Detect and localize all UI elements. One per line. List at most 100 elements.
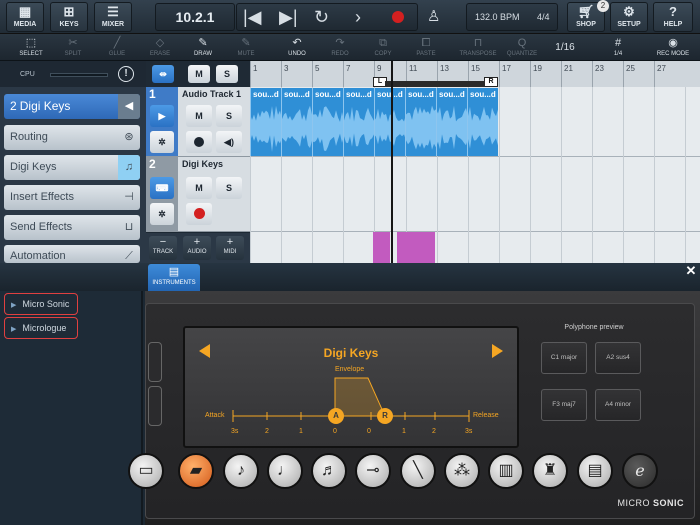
audio-clip-segment[interactable]: sou...d — [374, 88, 405, 156]
playhead[interactable] — [391, 61, 393, 263]
quantize-button[interactable]: Q QUANTIZE — [502, 36, 542, 60]
track-2-type-button[interactable]: ⌨ — [150, 177, 174, 199]
inspector-item-routing[interactable]: Routing ⊛ — [4, 125, 140, 150]
track-2-mute-button[interactable]: M — [186, 177, 212, 199]
audio-clip-segment[interactable]: sou...d — [312, 88, 343, 156]
inspector-item-insert-effects[interactable]: Insert Effects ⊣ — [4, 185, 140, 210]
track-lane-2[interactable] — [250, 157, 700, 232]
play-icon[interactable]: › — [355, 3, 361, 31]
redo-icon: ↷ — [335, 37, 345, 49]
midi-clip-2[interactable] — [397, 232, 435, 263]
category-keyboard-icon[interactable]: ▭ — [128, 453, 164, 489]
record-button[interactable] — [392, 11, 404, 23]
category-snare-icon[interactable]: ▤ — [577, 453, 613, 489]
audio-clip-segment[interactable]: sou...d — [281, 88, 312, 156]
attack-knob[interactable]: A — [328, 408, 344, 424]
chord-button-1[interactable]: C1 major — [541, 342, 587, 374]
track-1-type-button[interactable]: ▶ — [150, 105, 174, 127]
rewind-icon[interactable]: |◀ — [243, 3, 262, 31]
quantize-value[interactable]: 1/16 — [545, 36, 585, 60]
track-2-record-button[interactable] — [186, 203, 212, 225]
track-1-monitor-button[interactable] — [186, 131, 212, 153]
category-mallet-icon[interactable]: ▥ — [488, 453, 524, 489]
setup-button[interactable]: ⚙ SETUP — [610, 2, 648, 32]
category-trumpet-icon[interactable]: ⊸ — [355, 453, 391, 489]
global-mute-button[interactable]: M — [188, 65, 210, 83]
paste-icon: ⧠ — [421, 37, 431, 49]
track-1-settings-button[interactable]: ✲ — [150, 131, 174, 153]
track-lane-3[interactable] — [250, 232, 700, 263]
panel-divider[interactable] — [0, 263, 700, 291]
erase-tool[interactable]: ◇ ERASE — [140, 36, 180, 60]
audio-clip-segment[interactable]: sou...d — [250, 88, 281, 156]
track-2-solo-button[interactable]: S — [216, 177, 242, 199]
category-synth-icon[interactable]: ▰ — [178, 453, 214, 489]
track-header-1[interactable]: 1 Audio Track 1 ▶ ✲ M S ◀) — [146, 87, 250, 157]
category-violin-icon[interactable]: ♬ — [311, 453, 347, 489]
snap-button[interactable]: #1/4 — [598, 36, 638, 60]
select-tool[interactable]: ⬚ SELECT — [11, 36, 51, 60]
transpose-button[interactable]: ⊓ TRANSPOSE — [458, 36, 498, 60]
loop-right-marker[interactable]: R — [484, 77, 498, 87]
mixer-button[interactable]: ☰ MIXER — [94, 2, 132, 32]
paste-button[interactable]: ⧠ PASTE — [406, 36, 446, 60]
metronome-icon[interactable]: ♙ — [427, 3, 440, 31]
split-tool[interactable]: ✂ SPLIT — [53, 36, 93, 60]
audio-clip[interactable]: sou...d sou...d sou...d sou...d sou...d sou..… — [250, 88, 498, 156]
side-control-1[interactable] — [148, 342, 162, 382]
category-drum-icon[interactable]: ♜ — [532, 453, 568, 489]
inspector-track-selector[interactable]: 2 Digi Keys ◀ — [4, 94, 140, 119]
forward-icon[interactable]: ▶| — [279, 3, 298, 31]
release-knob[interactable]: R — [377, 408, 393, 424]
audio-clip-segment[interactable]: sou...d — [436, 88, 467, 156]
track-1-speaker-button[interactable]: ◀) — [216, 131, 242, 153]
inspector-item-automation[interactable]: Automation ⟋ — [4, 245, 140, 263]
rec-mode-button[interactable]: ◉ REC MODE — [651, 36, 695, 60]
tempo-display[interactable]: 132.0 BPM 4/4 — [466, 3, 558, 31]
timeline-ruler[interactable]: 1 3 5 7 9 11 13 15 17 19 21 23 25 27 L R — [250, 61, 700, 87]
track-2-settings-button[interactable]: ✲ — [150, 203, 174, 225]
inspector-item-send-effects[interactable]: Send Effects ⊔ — [4, 215, 140, 240]
keys-button[interactable]: ⊞ KEYS — [50, 2, 88, 32]
category-effects-icon[interactable]: e — [622, 453, 658, 489]
mute-tool[interactable]: ✎ MUTE — [226, 36, 266, 60]
category-choir-icon[interactable]: ⁂ — [444, 453, 480, 489]
media-button[interactable]: ▦ MEDIA — [6, 2, 44, 32]
chord-button-3[interactable]: F3 maj7 — [541, 389, 587, 421]
track-1-solo-button[interactable]: S — [216, 105, 242, 127]
midi-clip-1[interactable] — [373, 232, 390, 263]
track-1-mute-button[interactable]: M — [186, 105, 212, 127]
audio-clip-segment[interactable]: sou...d — [467, 88, 498, 156]
add-midi-track-button[interactable]: + MIDI — [216, 236, 244, 260]
redo-button[interactable]: ↷ REDO — [320, 36, 360, 60]
grid-line — [685, 87, 686, 263]
audio-clip-segment[interactable]: sou...d — [343, 88, 374, 156]
instruments-tab[interactable]: ▤ INSTRUMENTS — [148, 264, 200, 291]
alert-icon[interactable]: ! — [118, 66, 134, 82]
category-flute-icon[interactable]: ╲ — [400, 453, 436, 489]
category-guitar-icon[interactable]: ♪ — [223, 453, 259, 489]
expand-tracks-button[interactable]: ⇹ — [152, 65, 174, 83]
category-bass-icon[interactable]: ♩ — [267, 453, 303, 489]
inspector-item-instrument[interactable]: Digi Keys ♫ — [4, 155, 140, 180]
copy-button[interactable]: ⧉ COPY — [363, 36, 403, 60]
audio-clip-segment[interactable]: sou...d — [405, 88, 436, 156]
chord-button-4[interactable]: A4 minor — [595, 389, 641, 421]
draw-tool[interactable]: ✎ DRAW — [183, 36, 223, 60]
side-control-2[interactable] — [148, 386, 162, 426]
ruler-bar-number: 19 — [533, 64, 542, 73]
chord-button-2[interactable]: A2 sus4 — [595, 342, 641, 374]
browser-item-micrologue[interactable]: ▶ Micrologue — [4, 317, 78, 339]
loop-icon[interactable]: ↻ — [314, 3, 329, 31]
close-panel-button[interactable]: ✕ — [684, 264, 698, 278]
track-header-2[interactable]: 2 Digi Keys ⌨ ✲ M S — [146, 157, 250, 232]
help-button[interactable]: ? HELP — [653, 2, 693, 32]
undo-button[interactable]: ↶ UNDO — [277, 36, 317, 60]
track-add-controls: − TRACK + AUDIO + MIDI — [146, 233, 250, 263]
position-display[interactable]: 10.2.1 — [155, 3, 235, 31]
remove-track-button[interactable]: − TRACK — [149, 236, 177, 260]
add-audio-track-button[interactable]: + AUDIO — [183, 236, 211, 260]
global-solo-button[interactable]: S — [216, 65, 238, 83]
glue-tool[interactable]: ╱ GLUE — [97, 36, 137, 60]
browser-item-micro-sonic[interactable]: ▶ Micro Sonic — [4, 293, 78, 315]
